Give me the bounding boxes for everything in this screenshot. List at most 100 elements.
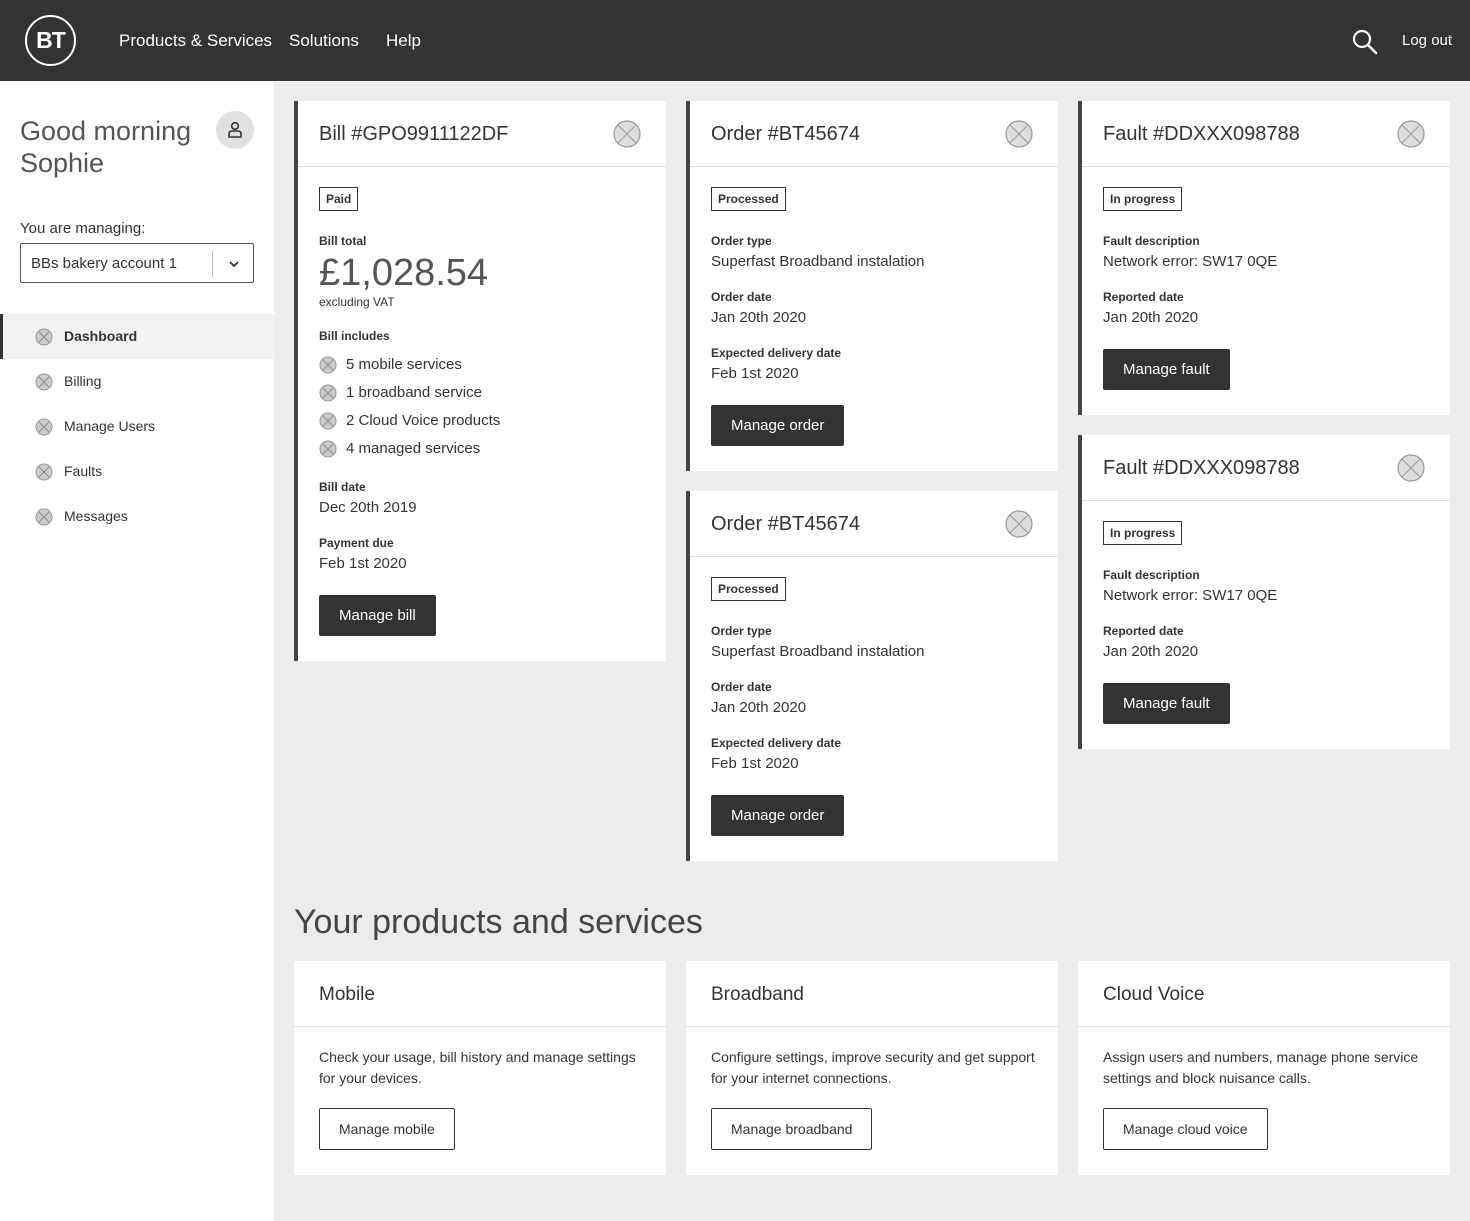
bill-date-label: Bill date <box>319 480 366 494</box>
top-navigation: BT Products & Services Solutions Help Lo… <box>0 0 1470 81</box>
placeholder-x-icon <box>319 384 337 402</box>
delivery-date-value: Feb 1st 2020 <box>711 365 799 382</box>
card-header: Broadband <box>686 961 1058 1027</box>
bill-date-value: Dec 20th 2019 <box>319 499 417 516</box>
reported-date-label: Reported date <box>1103 290 1184 304</box>
delivery-date-label: Expected delivery date <box>711 736 842 750</box>
product-description: Check your usage, bill history and manag… <box>319 1049 636 1086</box>
status-badge: Processed <box>711 577 786 601</box>
order-card: Order #BT45674 Processed Order type Supe… <box>686 101 1058 471</box>
manage-bill-button[interactable]: Manage bill <box>319 595 436 636</box>
bill-total-amount: £1,028.54 <box>319 252 489 294</box>
order-date-value: Jan 20th 2020 <box>711 699 807 716</box>
fault-description-value: Network error: SW17 0QE <box>1103 253 1278 270</box>
status-badge: Processed <box>711 187 786 211</box>
order-type-value: Superfast Broadband instalation <box>711 643 925 660</box>
placeholder-x-icon[interactable] <box>1397 120 1425 148</box>
manage-cloud-voice-button[interactable]: Manage cloud voice <box>1103 1108 1268 1150</box>
section-title: Your products and services <box>294 903 703 941</box>
order-title: Order #BT45674 <box>711 123 860 145</box>
product-card-mobile: Mobile Check your usage, bill history an… <box>294 961 666 1175</box>
fault-description-label: Fault description <box>1103 234 1200 248</box>
delivery-date-label: Expected delivery date <box>711 346 842 360</box>
account-select-value: BBs bakery account 1 <box>31 255 177 272</box>
product-description: Configure settings, improve security and… <box>711 1049 1035 1086</box>
bill-card: Bill #GPO9911122DF Paid Bill total £1,02… <box>294 101 666 661</box>
user-icon[interactable] <box>216 111 254 149</box>
product-description: Assign users and numbers, manage phone s… <box>1103 1049 1419 1086</box>
bill-total-label: Bill total <box>319 234 367 248</box>
select-divider <box>212 251 213 277</box>
delivery-date-value: Feb 1st 2020 <box>711 755 799 772</box>
reported-date-label: Reported date <box>1103 624 1184 638</box>
sidebar-item-billing[interactable]: Billing <box>0 359 274 404</box>
card-header: Order #BT45674 <box>690 491 1058 557</box>
order-type-label: Order type <box>711 624 772 638</box>
status-badge: In progress <box>1103 187 1183 211</box>
fault-description-label: Fault description <box>1103 568 1200 582</box>
search-icon[interactable] <box>1352 29 1378 55</box>
greeting-line-2: Sophie <box>20 148 105 178</box>
fault-title: Fault #DDXXX098788 <box>1103 457 1300 479</box>
product-card-cloud-voice: Cloud Voice Assign users and numbers, ma… <box>1078 961 1450 1175</box>
sidebar-item-label: Messages <box>64 508 128 524</box>
sidebar-item-label: Billing <box>64 373 102 389</box>
bill-title: Bill #GPO9911122DF <box>319 123 509 145</box>
manage-order-button[interactable]: Manage order <box>711 795 845 836</box>
nav-products-services[interactable]: Products & Services <box>119 30 272 52</box>
placeholder-x-icon <box>35 373 53 391</box>
placeholder-x-icon <box>35 418 53 436</box>
card-header: Cloud Voice <box>1078 961 1450 1027</box>
account-select[interactable]: BBs bakery account 1 <box>20 243 254 283</box>
nav-help[interactable]: Help <box>386 30 421 52</box>
card-header: Fault #DDXXX098788 <box>1082 435 1450 501</box>
status-badge: In progress <box>1103 521 1183 545</box>
sidebar-item-messages[interactable]: Messages <box>0 494 274 539</box>
placeholder-x-icon <box>319 440 337 458</box>
payment-due-label: Payment due <box>319 536 394 550</box>
placeholder-x-icon[interactable] <box>1005 120 1033 148</box>
manage-broadband-button[interactable]: Manage broadband <box>711 1108 873 1150</box>
status-badge: Paid <box>319 187 359 211</box>
sidebar-item-dashboard[interactable]: Dashboard <box>0 314 274 359</box>
fault-title: Fault #DDXXX098788 <box>1103 123 1300 145</box>
order-date-value: Jan 20th 2020 <box>711 309 807 326</box>
sidebar-item-label: Dashboard <box>64 328 138 344</box>
placeholder-x-icon[interactable] <box>1005 510 1033 538</box>
chevron-down-icon <box>226 256 242 272</box>
bt-logo[interactable]: BT <box>25 15 76 66</box>
payment-due-value: Feb 1st 2020 <box>319 555 407 572</box>
manage-fault-button[interactable]: Manage fault <box>1103 683 1230 724</box>
nav-solutions[interactable]: Solutions <box>289 30 359 52</box>
logout-link[interactable]: Log out <box>1402 31 1452 51</box>
greeting-line-1: Good morning <box>20 116 192 146</box>
order-card: Order #BT45674 Processed Order type Supe… <box>686 491 1058 861</box>
product-card-broadband: Broadband Configure settings, improve se… <box>686 961 1058 1175</box>
card-header: Fault #DDXXX098788 <box>1082 101 1450 167</box>
fault-card: Fault #DDXXX098788 In progress Fault des… <box>1078 435 1450 749</box>
product-title: Broadband <box>711 984 804 1005</box>
manage-fault-button[interactable]: Manage fault <box>1103 349 1230 390</box>
list-item-text: 2 Cloud Voice products <box>346 412 501 429</box>
sidebar: Good morning Sophie You are managing: BB… <box>0 81 274 1221</box>
order-date-label: Order date <box>711 290 772 304</box>
greeting: Good morning Sophie <box>20 115 191 179</box>
placeholder-x-icon <box>319 356 337 374</box>
bill-includes-label: Bill includes <box>319 329 390 343</box>
sidebar-item-manage-users[interactable]: Manage Users <box>0 404 274 449</box>
fault-description-value: Network error: SW17 0QE <box>1103 587 1278 604</box>
placeholder-x-icon[interactable] <box>613 120 641 148</box>
card-header: Mobile <box>294 961 666 1027</box>
sidebar-item-label: Faults <box>64 463 103 479</box>
card-header: Order #BT45674 <box>690 101 1058 167</box>
product-title: Mobile <box>319 984 375 1005</box>
manage-mobile-button[interactable]: Manage mobile <box>319 1108 455 1150</box>
vat-note: excluding VAT <box>319 295 395 309</box>
placeholder-x-icon[interactable] <box>1397 454 1425 482</box>
list-item-text: 5 mobile services <box>346 356 462 373</box>
sidebar-item-faults[interactable]: Faults <box>0 449 274 494</box>
placeholder-x-icon <box>35 463 53 481</box>
list-item-text: 1 broadband service <box>346 384 482 401</box>
order-date-label: Order date <box>711 680 772 694</box>
manage-order-button[interactable]: Manage order <box>711 405 845 446</box>
